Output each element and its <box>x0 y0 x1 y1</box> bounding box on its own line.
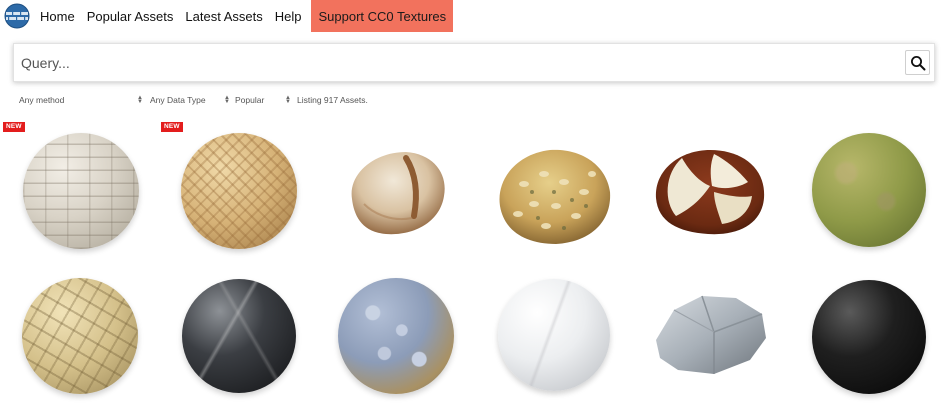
sort-select[interactable]: Popular ▲ ▼ <box>235 91 291 109</box>
search-icon <box>910 55 925 70</box>
brick-wall-sphere-thumbnail <box>23 133 139 249</box>
filter-bar: Any method ▲ ▼ Any Data Type ▲ ▼ Popular ▲… <box>0 91 950 109</box>
asset-card[interactable] <box>790 272 948 416</box>
pebbles-sphere-thumbnail <box>338 278 454 394</box>
nav-popular-assets[interactable]: Popular Assets <box>81 0 180 32</box>
asset-card[interactable] <box>474 272 632 416</box>
search-bar <box>13 43 935 82</box>
select-arrows-icon: ▲ ▼ <box>137 95 143 105</box>
asset-card[interactable] <box>790 116 948 266</box>
select-arrows-icon: ▲ ▼ <box>224 95 230 105</box>
nav-support-button[interactable]: Support CC0 Textures <box>311 0 454 32</box>
mossy-ground-sphere-thumbnail <box>812 133 926 247</box>
pretzel-roll-thumbnail <box>655 150 765 235</box>
bread-loaf-thumbnail <box>351 152 445 235</box>
herringbone-wood-sphere-thumbnail <box>181 133 297 249</box>
select-arrows-icon: ▲ ▼ <box>285 95 291 105</box>
asset-card[interactable] <box>316 272 474 416</box>
nav-home[interactable]: Home <box>34 0 81 32</box>
asset-card[interactable] <box>0 272 158 416</box>
data-type-select-label: Any Data Type <box>150 95 206 105</box>
data-type-select[interactable]: Any Data Type ▲ ▼ <box>150 91 230 109</box>
asset-card[interactable]: NEW <box>158 116 316 266</box>
search-button[interactable] <box>905 50 930 75</box>
seeded-bread-roll-thumbnail <box>499 149 611 244</box>
asset-card[interactable] <box>474 116 632 266</box>
asset-card[interactable] <box>632 272 790 416</box>
new-badge: NEW <box>161 122 183 132</box>
dark-marble-sphere-thumbnail <box>182 279 296 393</box>
top-nav: Home Popular Assets Latest Assets Help S… <box>0 0 950 32</box>
asset-card[interactable] <box>632 116 790 266</box>
nav-latest-assets[interactable]: Latest Assets <box>179 0 268 32</box>
white-marble-sphere-thumbnail <box>498 279 610 391</box>
new-badge: NEW <box>3 122 25 132</box>
asset-card[interactable] <box>316 116 474 266</box>
listing-count: Listing 917 Assets. <box>297 95 368 105</box>
asset-card[interactable]: NEW <box>0 116 158 266</box>
sort-select-label: Popular <box>235 95 265 105</box>
rock-thumbnail <box>656 295 766 374</box>
nav-help[interactable]: Help <box>269 0 308 32</box>
method-select[interactable]: Any method ▲ ▼ <box>19 91 144 109</box>
globe-logo-icon[interactable] <box>0 0 34 32</box>
method-select-label: Any method <box>19 95 65 105</box>
black-leather-sphere-thumbnail <box>812 280 926 394</box>
paving-stones-sphere-thumbnail <box>22 278 138 394</box>
asset-card[interactable] <box>158 272 316 416</box>
search-input[interactable] <box>14 44 894 81</box>
asset-grid: NEW NEW <box>0 116 950 416</box>
